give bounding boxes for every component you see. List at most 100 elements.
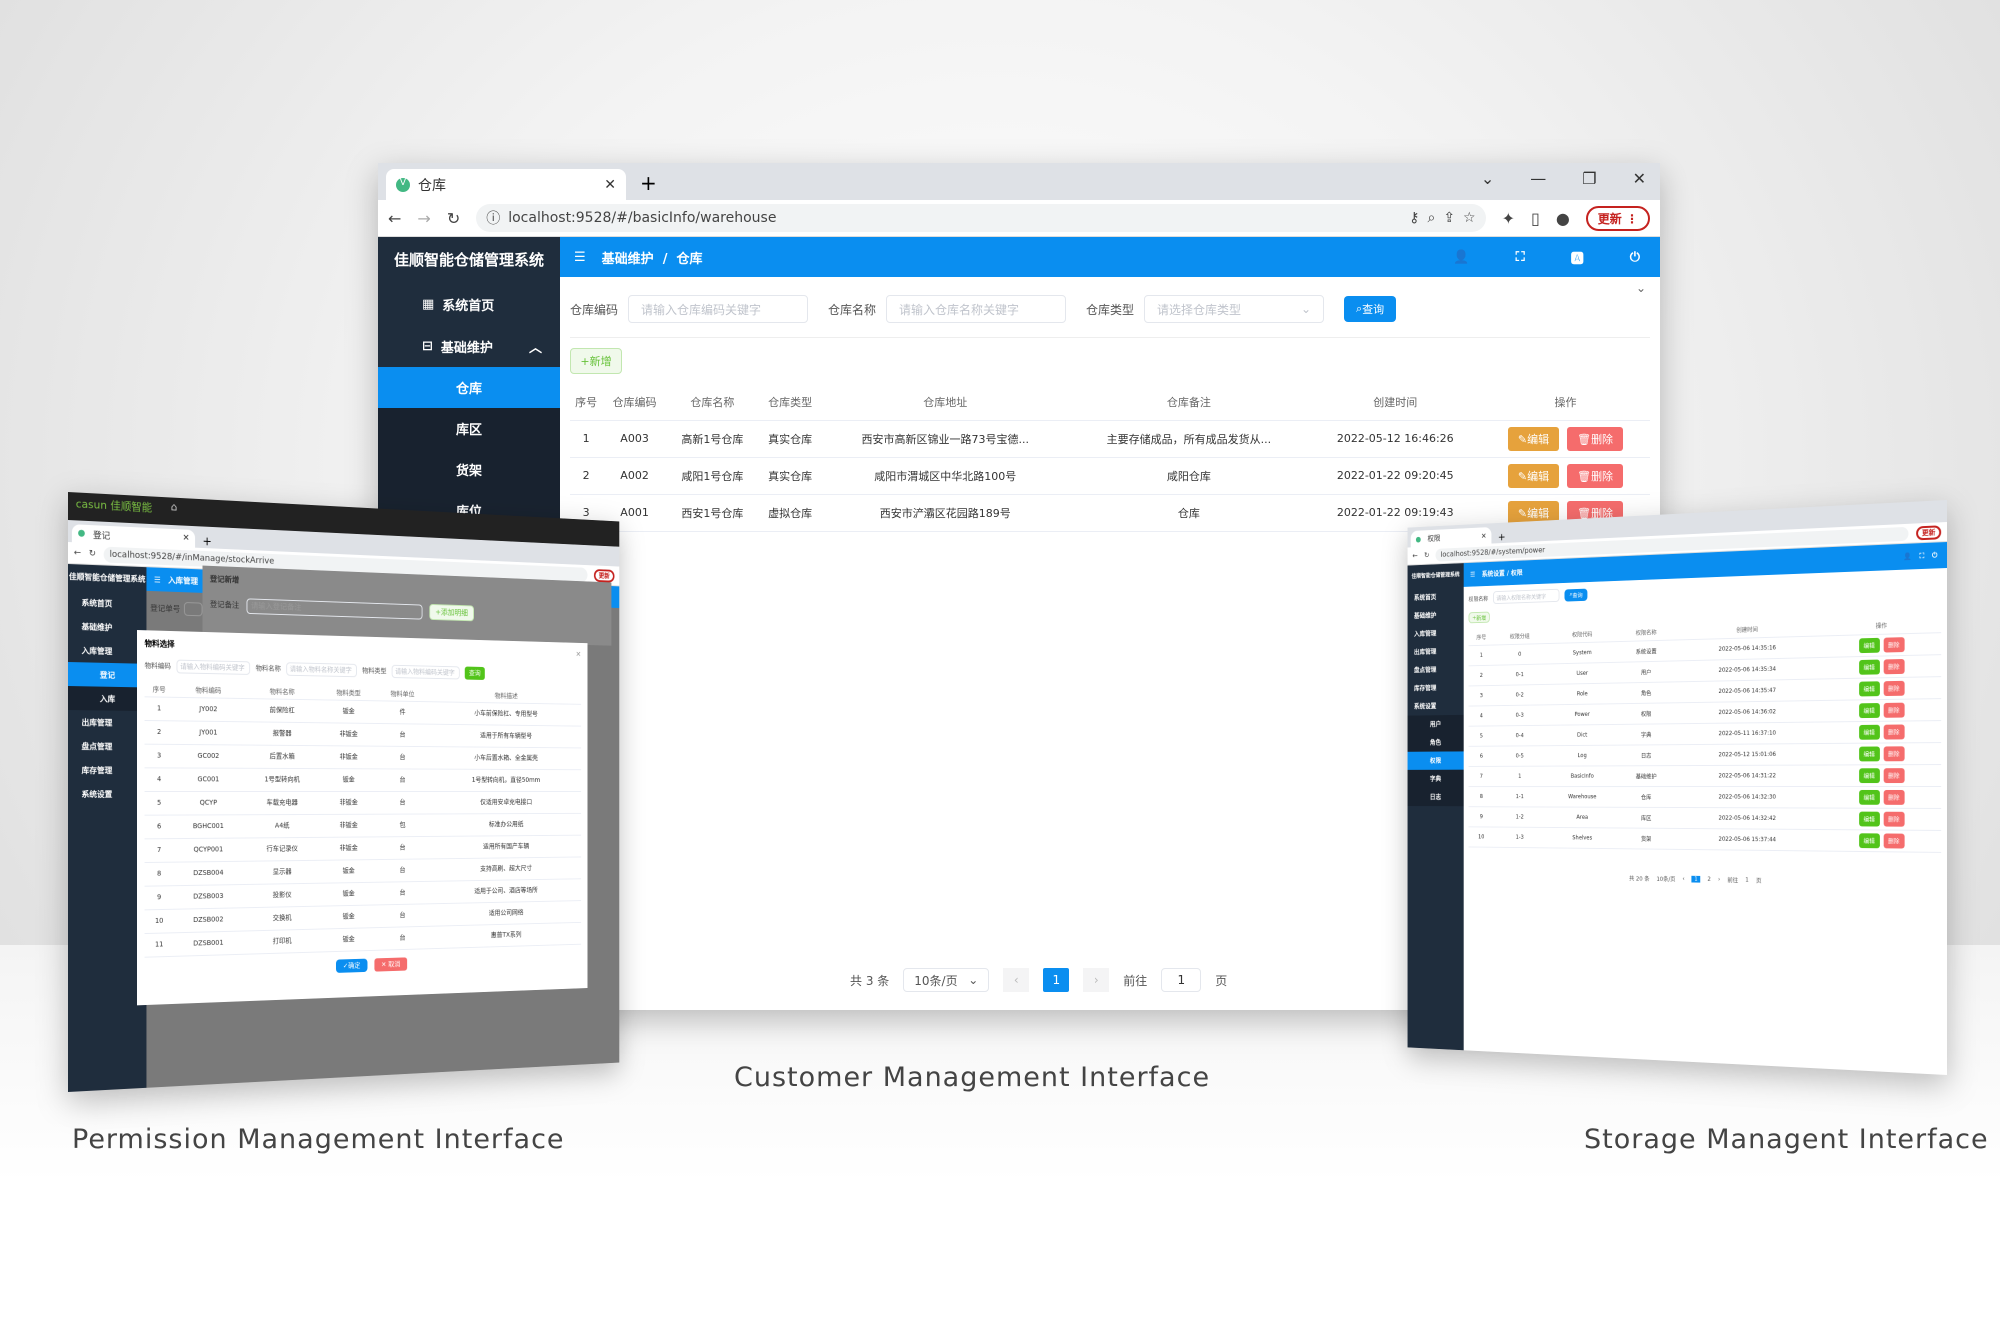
sidebar-subitem[interactable]: 库区 bbox=[378, 408, 560, 449]
sidebar-item[interactable]: 入库管理 bbox=[1408, 623, 1464, 643]
sidebar-item[interactable]: 入库 bbox=[68, 686, 147, 712]
home-icon[interactable]: ⌂ bbox=[171, 500, 178, 522]
power-name-input[interactable]: 请输入权限名称关键字 bbox=[1493, 588, 1560, 605]
add-button[interactable]: + 新增 bbox=[1468, 611, 1490, 624]
back-icon[interactable]: ← bbox=[74, 548, 81, 558]
add-button[interactable]: + 新增 bbox=[570, 348, 622, 374]
update-button[interactable]: 更新 bbox=[593, 568, 615, 583]
star-icon[interactable]: ☆ bbox=[1463, 210, 1476, 226]
delete-button[interactable]: 🗑删除 bbox=[1567, 426, 1624, 451]
delete-button[interactable]: 删除 bbox=[1883, 636, 1905, 653]
reload-icon[interactable]: ↻ bbox=[89, 548, 96, 558]
back-icon[interactable]: ← bbox=[1412, 552, 1417, 560]
edit-button[interactable]: 编辑 bbox=[1858, 702, 1880, 718]
add-detail-button[interactable]: + 添加明细 bbox=[429, 603, 474, 622]
prev-page-icon[interactable]: ‹ bbox=[1682, 875, 1684, 882]
register-number-input[interactable] bbox=[183, 602, 203, 617]
profile-icon[interactable]: ● bbox=[1556, 209, 1570, 228]
filter-input[interactable]: 请输入仓库编码关键字 bbox=[628, 295, 809, 323]
delete-button[interactable]: 删除 bbox=[1883, 767, 1905, 783]
sidebar-item[interactable]: 入库管理 bbox=[68, 638, 146, 664]
page-size-select[interactable]: 10条/页 ⌄ bbox=[903, 968, 990, 992]
sidebar-item[interactable]: 盘点管理 bbox=[1408, 660, 1464, 679]
power-icon[interactable]: ⏻ bbox=[1932, 551, 1937, 560]
filter-input[interactable]: 请输入物料编码关键字 bbox=[176, 659, 251, 675]
cancel-button[interactable]: ✕ 取消 bbox=[374, 956, 408, 972]
sidebar-subitem[interactable]: 用户 bbox=[1407, 714, 1464, 734]
close-tab-icon[interactable]: ✕ bbox=[1481, 531, 1486, 540]
next-page-icon[interactable]: › bbox=[1083, 968, 1110, 992]
sidebar-item[interactable]: 系统设置 bbox=[1408, 697, 1464, 716]
table-row[interactable]: 5 QCYP 车载充电器 非钣金台仅适用安卓充电接口 bbox=[144, 791, 582, 815]
page-2-button[interactable]: 2 bbox=[1707, 876, 1710, 883]
query-button[interactable]: ⌕ 查询 bbox=[1344, 296, 1397, 322]
fullscreen-icon[interactable]: ⛶ bbox=[1920, 551, 1925, 560]
power-icon[interactable]: ⏻ bbox=[1630, 250, 1640, 265]
edit-button[interactable]: 编辑 bbox=[1858, 767, 1880, 783]
sidebar-subitem[interactable]: 日志 bbox=[1407, 787, 1464, 807]
sidebar-item[interactable]: 系统首页 bbox=[68, 590, 146, 616]
reload-icon[interactable]: ↻ bbox=[447, 209, 460, 228]
page-1-button[interactable]: 1 bbox=[1043, 968, 1070, 992]
edit-button[interactable]: 编辑 bbox=[1858, 724, 1880, 740]
query-button[interactable]: 查询 bbox=[464, 666, 485, 680]
menu-toggle-icon[interactable]: ☰ bbox=[574, 250, 586, 265]
close-icon[interactable]: ✕ bbox=[576, 650, 581, 660]
page-size-select[interactable]: 10条/页 bbox=[1656, 874, 1675, 883]
delete-button[interactable]: 删除 bbox=[1883, 658, 1905, 674]
sidebar-item[interactable]: 出库管理 bbox=[1408, 642, 1464, 662]
delete-button[interactable]: 删除 bbox=[1883, 789, 1905, 805]
edit-button[interactable]: 编辑 bbox=[1858, 746, 1880, 761]
delete-button[interactable]: 删除 bbox=[1883, 723, 1905, 740]
sidebar-item[interactable]: 系统设置 bbox=[68, 782, 146, 806]
delete-button[interactable]: 删除 bbox=[1883, 702, 1905, 718]
sidebar-subitem[interactable]: 字典 bbox=[1407, 769, 1464, 788]
edit-button[interactable]: 编辑 bbox=[1858, 659, 1880, 675]
sidepanel-icon[interactable]: ▯ bbox=[1531, 209, 1540, 228]
address-bar[interactable]: ⓘ localhost:9528/#/basicInfo/warehouse ⚷ ⌕… bbox=[476, 204, 1486, 232]
table-row[interactable]: 4 GC001 1号型转向机 钣金台 1号型转向机，直径50mm bbox=[144, 767, 582, 792]
sidebar-item[interactable]: 登记 bbox=[68, 662, 147, 688]
edit-button[interactable]: 编辑 bbox=[1858, 680, 1880, 696]
sidebar-item-home[interactable]: ▦ 系统首页 bbox=[378, 283, 560, 325]
delete-button[interactable]: 删除 bbox=[1883, 745, 1905, 761]
menu-toggle-icon[interactable]: ☰ bbox=[154, 575, 161, 584]
minimize-icon[interactable]: — bbox=[1530, 169, 1546, 188]
sidebar-item[interactable]: 出库管理 bbox=[68, 710, 146, 735]
delete-button[interactable]: 🗑删除 bbox=[1567, 463, 1624, 488]
sidebar-item[interactable]: 库存管理 bbox=[1408, 678, 1464, 697]
filter-input[interactable]: 请输入仓库名称关键字 bbox=[886, 295, 1067, 323]
tab-search-icon[interactable]: ⌄ bbox=[1481, 169, 1494, 188]
fullscreen-icon[interactable]: ⛶ bbox=[1516, 250, 1525, 265]
language-icon[interactable]: 🅰 bbox=[1571, 248, 1584, 267]
zoom-icon[interactable]: ⌕ bbox=[1427, 210, 1435, 226]
sidebar-item[interactable]: 盘点管理 bbox=[68, 734, 146, 758]
new-tab-icon[interactable]: + bbox=[640, 171, 657, 195]
new-tab-icon[interactable]: + bbox=[202, 534, 211, 548]
restore-icon[interactable]: ❐ bbox=[1582, 169, 1596, 188]
key-icon[interactable]: ⚷ bbox=[1409, 210, 1419, 226]
sidebar-subitem[interactable]: 角色 bbox=[1407, 733, 1464, 752]
delete-button[interactable]: 删除 bbox=[1883, 680, 1905, 696]
goto-page-input[interactable]: 1 bbox=[1161, 968, 1202, 992]
user-icon[interactable]: 👤 bbox=[1453, 250, 1469, 265]
menu-toggle-icon[interactable]: ☰ bbox=[1470, 571, 1475, 579]
browser-tab[interactable]: V 仓库 ✕ bbox=[386, 169, 626, 200]
collapse-icon[interactable]: ⌄ bbox=[1636, 281, 1646, 295]
edit-button[interactable]: ✎编辑 bbox=[1507, 426, 1560, 451]
close-tab-icon[interactable]: ✕ bbox=[604, 177, 616, 193]
sidebar-subitem[interactable]: 仓库 bbox=[378, 367, 560, 408]
sidebar-item[interactable]: 库存管理 bbox=[68, 758, 146, 782]
confirm-button[interactable]: ✓ 确定 bbox=[335, 958, 368, 973]
new-tab-icon[interactable]: + bbox=[1498, 531, 1506, 543]
extensions-icon[interactable]: ✦ bbox=[1502, 209, 1515, 228]
page-1-button[interactable]: 1 bbox=[1691, 875, 1701, 883]
filter-input[interactable]: 请选择仓库类型 ⌄ bbox=[1144, 295, 1325, 323]
user-icon[interactable]: 👤 bbox=[1904, 552, 1912, 560]
sidebar-subitem[interactable]: 货架 bbox=[378, 449, 560, 490]
forward-icon[interactable]: → bbox=[417, 209, 430, 228]
filter-input[interactable]: 请输入物料编码关键字 bbox=[391, 664, 460, 680]
next-page-icon[interactable]: › bbox=[1718, 876, 1720, 883]
remark-input[interactable]: 请输入登记备注 bbox=[246, 597, 423, 620]
edit-button[interactable]: ✎编辑 bbox=[1507, 463, 1560, 488]
